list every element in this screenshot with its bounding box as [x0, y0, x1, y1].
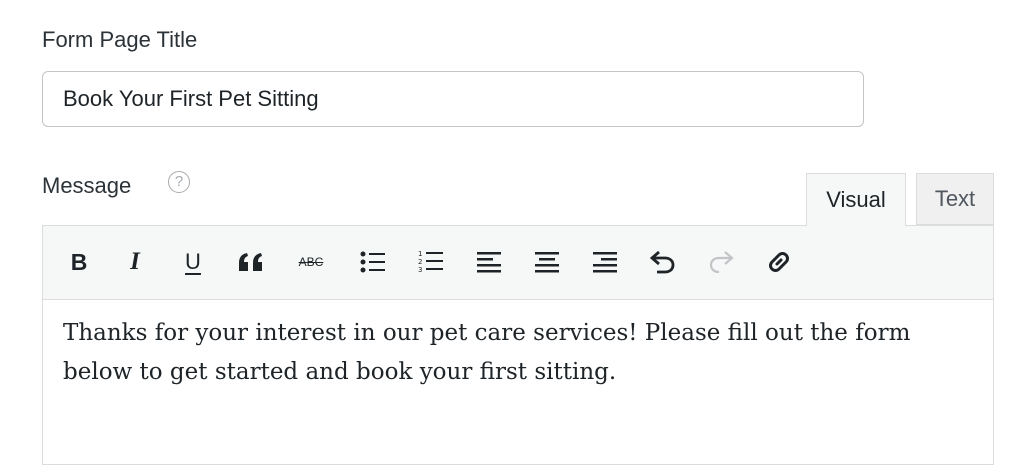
italic-button[interactable]: I — [117, 244, 153, 280]
undo-button[interactable] — [645, 244, 681, 280]
redo-button[interactable] — [703, 244, 739, 280]
numbered-list-icon: 1 2 3 — [418, 250, 443, 274]
tab-text[interactable]: Text — [916, 173, 994, 225]
tab-visual[interactable]: Visual — [806, 173, 906, 226]
blockquote-icon — [239, 253, 262, 271]
underline-icon: U — [185, 249, 201, 274]
svg-text:3: 3 — [418, 266, 422, 274]
redo-icon — [709, 251, 734, 274]
blockquote-button[interactable] — [233, 244, 269, 280]
italic-icon: I — [130, 248, 140, 275]
align-right-button[interactable] — [587, 244, 623, 280]
align-center-button[interactable] — [529, 244, 565, 280]
strikethrough-icon: ABC — [298, 255, 324, 269]
undo-icon — [649, 250, 675, 274]
svg-text:1: 1 — [418, 250, 422, 258]
bulleted-list-icon — [360, 251, 385, 273]
editor-toolbar: B I U ABC 1 2 3 — [43, 226, 993, 300]
strikethrough-button[interactable]: ABC — [293, 244, 329, 280]
bold-icon: B — [70, 248, 88, 275]
form-page-title-input[interactable] — [42, 71, 864, 127]
align-left-icon — [477, 252, 501, 273]
bold-button[interactable]: B — [61, 244, 97, 280]
bulleted-list-button[interactable] — [355, 244, 391, 280]
link-icon — [769, 252, 789, 272]
editor: B I U ABC 1 2 3 Thanks for your interest… — [42, 225, 994, 465]
editor-content[interactable]: Thanks for your interest in our pet care… — [43, 300, 993, 392]
link-button[interactable] — [761, 244, 797, 280]
svg-text:2: 2 — [418, 258, 422, 266]
numbered-list-button[interactable]: 1 2 3 — [413, 244, 449, 280]
align-center-icon — [535, 252, 559, 273]
message-label: Message — [42, 173, 132, 198]
underline-button[interactable]: U — [175, 244, 211, 280]
title-label: Form Page Title — [42, 27, 198, 52]
align-right-icon — [593, 252, 617, 273]
align-left-button[interactable] — [471, 244, 507, 280]
help-icon[interactable]: ? — [168, 171, 190, 193]
